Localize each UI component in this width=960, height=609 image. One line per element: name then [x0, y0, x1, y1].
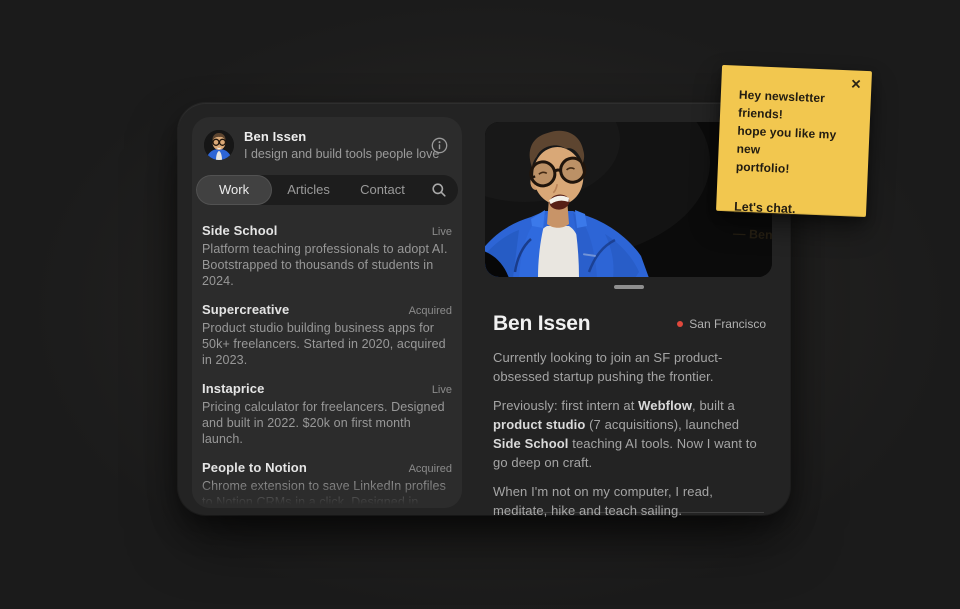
- status-badge: Live: [432, 226, 452, 238]
- project-instaprice[interactable]: Instaprice Live Pricing calculator for f…: [202, 381, 452, 447]
- profile-name: Ben Issen: [244, 129, 421, 144]
- location-dot-icon: [677, 321, 683, 327]
- project-title: People to Notion: [202, 460, 307, 475]
- bio: Currently looking to join an SF product-…: [485, 348, 772, 520]
- status-badge: Acquired: [409, 305, 452, 317]
- profile-text: Ben Issen I design and build tools peopl…: [244, 129, 421, 161]
- project-description: Product studio building business apps fo…: [202, 320, 452, 368]
- profile-tagline: I design and build tools people love: [244, 147, 421, 161]
- bio-paragraph: Currently looking to join an SF product-…: [493, 348, 765, 386]
- note-message: Hey newsletter friends! hope you like my…: [736, 86, 856, 181]
- hero-name: Ben Issen: [493, 312, 590, 336]
- sticky-note: ✕ Hey newsletter friends! hope you like …: [716, 65, 872, 217]
- project-description: Platform teaching professionals to adopt…: [202, 241, 452, 289]
- footer-divider: [495, 512, 764, 513]
- project-title: Instaprice: [202, 381, 264, 396]
- project-description: Chrome extension to save LinkedIn profil…: [202, 478, 452, 508]
- location-label: San Francisco: [689, 317, 766, 331]
- hero-location: San Francisco: [677, 317, 766, 331]
- portfolio-window: Ben Issen I design and build tools peopl…: [178, 103, 790, 515]
- project-people-to-notion[interactable]: People to Notion Acquired Chrome extensi…: [202, 460, 452, 508]
- tab-contact[interactable]: Contact: [345, 175, 420, 205]
- hero-header: Ben Issen San Francisco: [493, 312, 772, 336]
- project-title: Side School: [202, 223, 278, 238]
- project-description: Pricing calculator for freelancers. Desi…: [202, 399, 452, 447]
- info-icon: [431, 137, 448, 154]
- bio-paragraph: When I'm not on my computer, I read, med…: [493, 482, 765, 520]
- search-button[interactable]: [420, 175, 458, 205]
- drag-handle[interactable]: [614, 285, 644, 289]
- search-icon: [431, 182, 447, 198]
- left-panel: Ben Issen I design and build tools peopl…: [192, 117, 462, 508]
- tab-articles[interactable]: Articles: [272, 175, 345, 205]
- avatar-illustration: [204, 130, 234, 160]
- tab-bar: Work Articles Contact: [196, 175, 458, 205]
- close-icon[interactable]: ✕: [850, 77, 861, 90]
- project-supercreative[interactable]: Supercreative Acquired Product studio bu…: [202, 302, 452, 368]
- project-title: Supercreative: [202, 302, 289, 317]
- project-list[interactable]: Side School Live Platform teaching profe…: [192, 205, 462, 508]
- tab-work[interactable]: Work: [196, 175, 272, 205]
- profile-header: Ben Issen I design and build tools peopl…: [192, 117, 462, 171]
- status-badge: Live: [432, 384, 452, 396]
- avatar: [204, 130, 234, 160]
- status-badge: Acquired: [409, 463, 452, 475]
- note-chat-link[interactable]: Let's chat.: [734, 200, 796, 217]
- info-button[interactable]: [431, 136, 448, 154]
- project-side-school[interactable]: Side School Live Platform teaching profe…: [202, 223, 452, 289]
- bio-paragraph: Previously: first intern at Webflow, bui…: [493, 396, 765, 472]
